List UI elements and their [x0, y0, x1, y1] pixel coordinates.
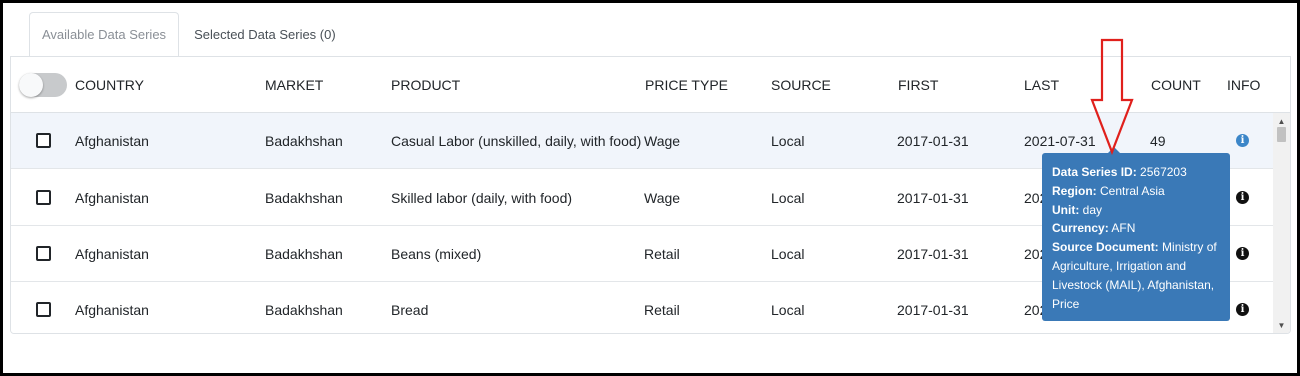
- cell-market: Badakhshan: [265, 133, 343, 149]
- scroll-thumb[interactable]: [1277, 127, 1286, 142]
- row-checkbox[interactable]: [36, 246, 51, 261]
- tooltip-currency: AFN: [1111, 221, 1136, 236]
- cell-price-type: Retail: [644, 246, 680, 262]
- row-checkbox[interactable]: [36, 302, 51, 317]
- tooltip-currency-label: Currency:: [1052, 221, 1109, 236]
- cell-price-type: Retail: [644, 302, 680, 318]
- cell-country: Afghanistan: [75, 133, 149, 149]
- cell-source: Local: [771, 133, 805, 149]
- info-icon[interactable]: i: [1236, 191, 1249, 204]
- cell-source: Local: [771, 302, 805, 318]
- cell-source: Local: [771, 190, 805, 206]
- header-count[interactable]: COUNT: [1151, 57, 1201, 113]
- cell-source: Local: [771, 246, 805, 262]
- header-country[interactable]: COUNTRY: [75, 57, 144, 113]
- cell-market: Badakhshan: [265, 190, 343, 206]
- header-source[interactable]: SOURCE: [771, 57, 831, 113]
- tooltip-source-doc-label: Source Document:: [1052, 240, 1159, 255]
- red-down-arrow-icon: [1090, 38, 1134, 156]
- toggle-knob: [19, 73, 43, 97]
- header-price-type[interactable]: PRICE TYPE: [645, 57, 728, 113]
- tooltip-unit-label: Unit:: [1052, 202, 1080, 217]
- tab-bar: Available Data Series Selected Data Seri…: [29, 12, 348, 57]
- tooltip-region-label: Region:: [1052, 183, 1097, 198]
- cell-first: 2017-01-31: [897, 190, 969, 206]
- info-icon[interactable]: i: [1236, 134, 1249, 147]
- table-scrollbar[interactable]: ▲ ▼: [1273, 113, 1290, 333]
- tooltip-unit: day: [1082, 202, 1103, 217]
- scroll-down-arrow-icon[interactable]: ▼: [1273, 319, 1290, 333]
- cell-country: Afghanistan: [75, 190, 149, 206]
- cell-first: 2017-01-31: [897, 246, 969, 262]
- cell-product: Beans (mixed): [391, 246, 482, 262]
- cell-product: Bread: [391, 302, 429, 318]
- header-first[interactable]: FIRST: [898, 57, 938, 113]
- header-info: INFO: [1227, 77, 1261, 93]
- cell-price-type: Wage: [644, 133, 681, 149]
- cell-product: Skilled labor (daily, with food): [391, 190, 573, 206]
- row-checkbox[interactable]: [36, 133, 51, 148]
- cell-country: Afghanistan: [75, 246, 149, 262]
- header-product[interactable]: PRODUCT: [391, 57, 460, 113]
- cell-first: 2017-01-31: [897, 302, 969, 318]
- tooltip-region: Central Asia: [1100, 183, 1165, 198]
- cell-product: Casual Labor (unskilled, daily, with foo…: [391, 133, 642, 149]
- info-icon[interactable]: i: [1236, 303, 1249, 316]
- tooltip-series-id: 2567203: [1140, 165, 1187, 179]
- cell-first: 2017-01-31: [897, 133, 969, 149]
- cell-market: Badakhshan: [265, 302, 343, 318]
- cell-price-type: Wage: [644, 190, 681, 206]
- info-icon[interactable]: i: [1236, 247, 1249, 260]
- cell-country: Afghanistan: [75, 302, 149, 318]
- select-all-toggle[interactable]: [19, 73, 67, 97]
- tab-available-data-series[interactable]: Available Data Series: [29, 12, 180, 57]
- row-checkbox[interactable]: [36, 190, 51, 205]
- header-market[interactable]: MARKET: [265, 57, 323, 113]
- tooltip-series-id-label: Data Series ID:: [1052, 165, 1137, 179]
- tab-selected-data-series[interactable]: Selected Data Series (0): [179, 12, 348, 57]
- cell-market: Badakhshan: [265, 246, 343, 262]
- info-tooltip: Data Series ID: 2567203 Region: Central …: [1042, 153, 1230, 321]
- header-last[interactable]: LAST: [1024, 57, 1059, 113]
